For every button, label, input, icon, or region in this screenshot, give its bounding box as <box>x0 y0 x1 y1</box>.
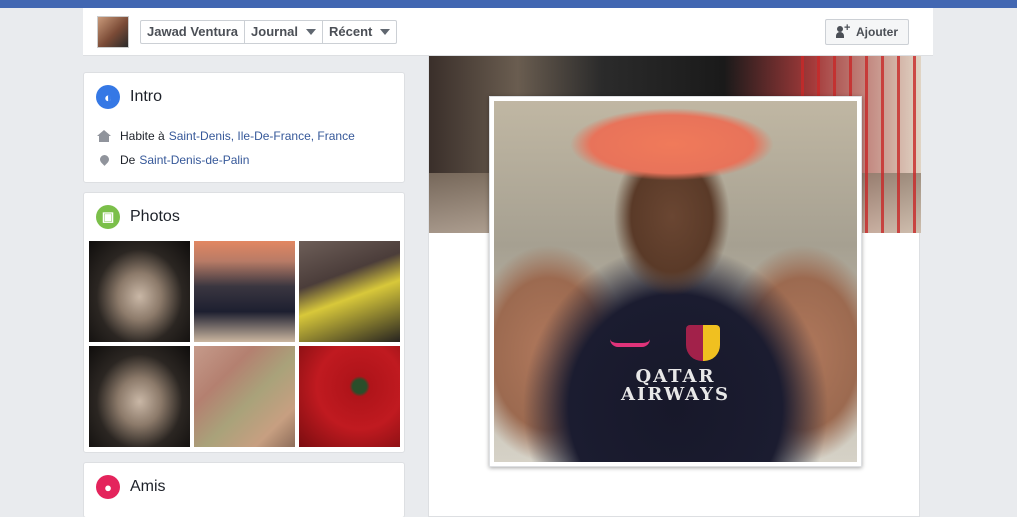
photos-heading[interactable]: ▣ Photos <box>96 205 180 229</box>
friends-heading[interactable]: ● Amis <box>96 475 166 499</box>
photo-thumbnail[interactable] <box>299 241 400 342</box>
intro-heading: ◐ Intro <box>96 85 162 109</box>
from-row: De Saint-Denis-de-Palin <box>96 152 249 167</box>
add-friend-button[interactable]: + Ajouter <box>825 19 909 45</box>
chevron-down-icon <box>380 29 391 35</box>
lives-in-link[interactable]: Saint-Denis, Ile-De-France, France <box>169 129 355 143</box>
swoosh-logo-icon <box>610 339 651 348</box>
photo-thumbnail[interactable] <box>194 241 295 342</box>
photo-thumbnail[interactable] <box>299 346 400 447</box>
photos-card: ▣ Photos <box>83 192 405 453</box>
avatar[interactable] <box>97 16 129 48</box>
photos-title: Photos <box>130 208 180 225</box>
location-pin-icon <box>97 152 111 166</box>
home-icon <box>97 130 111 142</box>
recent-label: Récent <box>329 24 373 39</box>
friends-icon: ● <box>96 475 120 499</box>
globe-icon: ◐ <box>96 85 120 109</box>
from-prefix: De <box>120 153 136 167</box>
intro-card: ◐ Intro Habite à Saint-Denis, Ile-De-Fra… <box>83 72 405 183</box>
photo-icon: ▣ <box>96 205 120 229</box>
photo-thumbnail[interactable] <box>89 346 190 447</box>
friends-title: Amis <box>130 478 166 495</box>
add-friend-icon: + <box>836 22 850 38</box>
jersey-text: QATAR AIRWAYS <box>621 366 730 406</box>
photo-thumbnail[interactable] <box>89 241 190 342</box>
journal-label: Journal <box>251 24 299 39</box>
recent-dropdown[interactable]: Récent <box>323 21 396 43</box>
top-nav-bar <box>0 0 1017 8</box>
photo-grid <box>89 241 401 447</box>
friends-card: ● Amis <box>83 462 405 517</box>
profile-picture[interactable]: QATAR AIRWAYS <box>489 96 862 467</box>
profile-name: Jawad Ventura <box>147 24 239 39</box>
breadcrumb: Jawad Ventura Journal Récent <box>140 20 398 44</box>
profile-header: Jawad Ventura Journal Récent + Ajouter <box>83 8 933 56</box>
lives-prefix: Habite à <box>120 129 165 143</box>
from-link[interactable]: Saint-Denis-de-Palin <box>139 153 249 167</box>
lives-in-row: Habite à Saint-Denis, Ile-De-France, Fra… <box>96 129 355 143</box>
profile-name-link[interactable]: Jawad Ventura <box>141 21 246 43</box>
profile-page: Jawad Ventura Journal Récent + Ajouter ◐… <box>83 8 933 517</box>
club-badge-icon <box>686 324 721 361</box>
profile-image: QATAR AIRWAYS <box>494 101 857 462</box>
journal-dropdown[interactable]: Journal <box>245 21 324 43</box>
photo-thumbnail[interactable] <box>194 346 295 447</box>
add-friend-label: Ajouter <box>856 25 898 39</box>
intro-title: Intro <box>130 88 163 105</box>
timeline-column: QATAR AIRWAYS <box>428 56 921 517</box>
chevron-down-icon <box>306 29 317 35</box>
